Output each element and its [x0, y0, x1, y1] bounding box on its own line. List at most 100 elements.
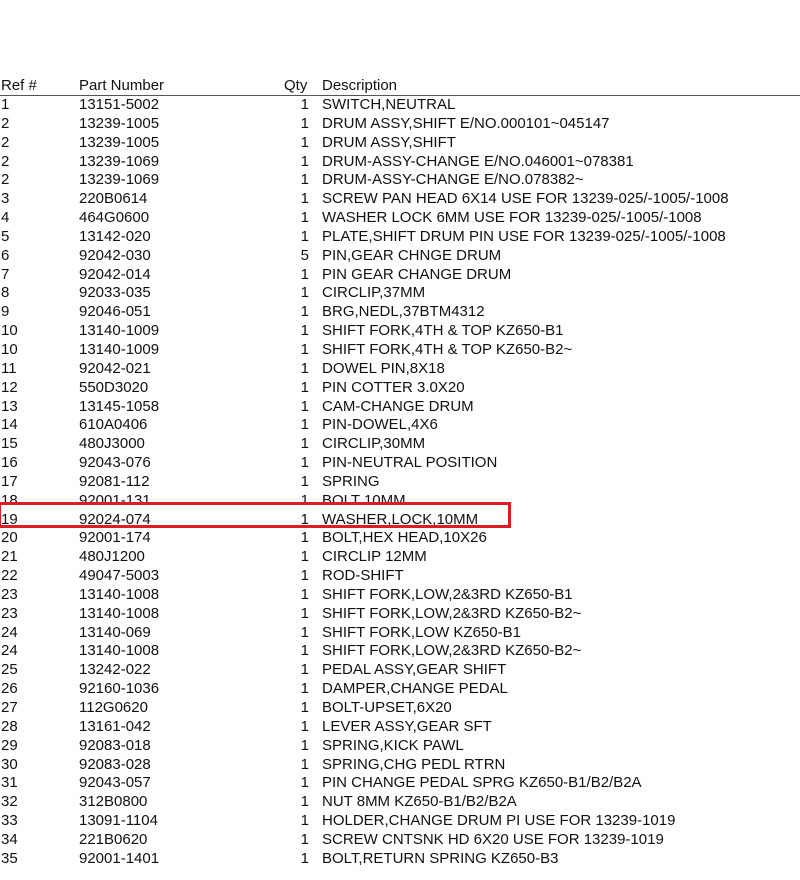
description-cell: SWITCH,NEUTRAL	[322, 96, 456, 113]
qty-cell: 1	[300, 812, 309, 830]
qty-cell: 1	[300, 736, 309, 754]
part-number-cell: 13140-1009	[79, 322, 160, 340]
part-number-cell: 92083-018	[79, 736, 151, 754]
part-number-cell: 92024-074	[79, 510, 151, 528]
qty-cell: 1	[300, 830, 309, 848]
description-cell: PIN COTTER 3.0X20	[322, 378, 465, 396]
qty-cell: 1	[300, 152, 309, 170]
description-cell: SCREW PAN HEAD 6X14 USE FOR 13239-025/-1…	[322, 190, 729, 208]
part-number-cell: 112G0620	[79, 699, 148, 716]
part-number-cell: 13140-1008	[79, 585, 160, 603]
qty-cell: 1	[300, 340, 309, 358]
ref-cell: 6	[1, 246, 10, 264]
description-cell: NUT 8MM KZ650-B1/B2/B2A	[322, 793, 517, 811]
part-number-cell: 92001-174	[79, 529, 151, 547]
qty-cell: 1	[300, 397, 309, 415]
qty-cell: 1	[300, 623, 309, 641]
part-number-cell: 92083-028	[79, 755, 151, 773]
ref-cell: 30	[1, 755, 18, 773]
table-row: 23 13140-1008 1 SHIFT FORK,LOW,2&3RD KZ650-…	[0, 605, 800, 624]
table-row: 26 92160-1036 1 DAMPER,CHANGE PEDAL	[0, 680, 800, 699]
ref-cell: 33	[1, 812, 18, 830]
qty-cell: 1	[300, 567, 309, 585]
part-number-cell: 92160-1036	[79, 680, 160, 698]
qty-cell: 1	[300, 491, 309, 509]
description-cell: DRUM ASSY,SHIFT E/NO.000101~045147	[322, 114, 610, 132]
qty-cell: 1	[300, 548, 309, 566]
table-row: 2 13239-1005 1 DRUM ASSY,SHIFT E/NO.000101~…	[0, 115, 800, 134]
table-body: 1 13151-5002 1 SWITCH,NEUTRAL 2 13239-1005 1 DR…	[0, 96, 800, 869]
ref-cell: 21	[1, 548, 18, 566]
qty-cell: 1	[300, 171, 309, 189]
qty-cell: 1	[300, 378, 309, 396]
table-row: 21 480J1200 1 CIRCLIP 12MM	[0, 548, 800, 567]
qty-cell: 1	[300, 642, 309, 660]
table-row: 22 49047-5003 1 ROD-SHIFT	[0, 567, 800, 586]
ref-cell: 15	[1, 435, 18, 453]
description-cell: BOLT 10MM	[322, 491, 406, 509]
table-row: 2 13239-1069 1 DRUM-ASSY-CHANGE E/NO.078382…	[0, 171, 800, 190]
qty-cell: 1	[300, 510, 309, 528]
table-row: 33 13091-1104 1 HOLDER,CHANGE DRUM PI USE F…	[0, 812, 800, 831]
table-header: Ref # Part Number Qty Description	[0, 76, 800, 96]
table-row: 32 312B0800 1 NUT 8MM KZ650-B1/B2/B2A	[0, 793, 800, 812]
description-cell: DRUM-ASSY-CHANGE E/NO.046001~078381	[322, 152, 634, 170]
ref-cell: 18	[1, 491, 18, 509]
part-number-cell: 464G0600	[79, 209, 150, 227]
description-cell: BRG,NEDL,37BTM4312	[322, 303, 485, 321]
table-row: 3 220B0614 1 SCREW PAN HEAD 6X14 USE FOR 13…	[0, 190, 800, 209]
part-number-cell: 221B0620	[79, 830, 148, 848]
part-number-cell: 92043-057	[79, 774, 151, 792]
part-number-cell: 13140-1009	[79, 340, 160, 358]
description-cell: DAMPER,CHANGE PEDAL	[322, 680, 508, 698]
qty-cell: 1	[300, 284, 309, 302]
qty-cell: 1	[300, 849, 309, 867]
qty-cell: 1	[300, 114, 309, 132]
part-number-cell: 610A0406	[79, 416, 148, 434]
qty-cell: 1	[300, 359, 309, 377]
qty-cell: 1	[300, 435, 309, 453]
table-row: 18 92001-131 1 BOLT 10MM	[0, 492, 800, 511]
description-cell: PIN,GEAR CHNGE DRUM	[322, 246, 502, 264]
ref-cell: 29	[1, 736, 18, 754]
description-cell: LEVER ASSY,GEAR SFT	[322, 717, 492, 735]
ref-cell: 25	[1, 661, 18, 679]
description-cell: SPRING,KICK PAWL	[322, 736, 464, 754]
table-row: 24 13140-069 1 SHIFT FORK,LOW KZ650-B1	[0, 624, 800, 643]
description-cell: CIRCLIP,37MM	[322, 284, 426, 302]
ref-cell: 27	[1, 699, 18, 716]
table-row: 31 92043-057 1 PIN CHANGE PEDAL SPRG KZ650-…	[0, 774, 800, 793]
description-cell: SPRING	[322, 472, 380, 490]
ref-cell: 24	[1, 623, 18, 641]
qty-cell: 1	[300, 699, 309, 716]
table-row: 29 92083-018 1 SPRING,KICK PAWL	[0, 737, 800, 756]
part-number-cell: 92033-035	[79, 284, 151, 302]
table-row: 9 92046-051 1 BRG,NEDL,37BTM4312	[0, 303, 800, 322]
part-number-cell: 13140-1008	[79, 604, 160, 622]
part-number-cell: 92042-030	[79, 246, 151, 264]
qty-cell: 1	[300, 604, 309, 622]
part-number-cell: 13161-042	[79, 717, 151, 735]
ref-cell: 16	[1, 454, 18, 472]
ref-cell: 2	[1, 114, 10, 132]
table-row: 34 221B0620 1 SCREW CNTSNK HD 6X20 USE FOR …	[0, 831, 800, 850]
table-row: 13 13145-1058 1 CAM-CHANGE DRUM	[0, 398, 800, 417]
ref-cell: 8	[1, 284, 10, 302]
table-row: 4 464G0600 1 WASHER LOCK 6MM USE FOR 13239-…	[0, 209, 800, 228]
ref-cell: 34	[1, 830, 18, 848]
part-number-cell: 13151-5002	[79, 96, 160, 113]
part-number-cell: 13239-1005	[79, 114, 160, 132]
ref-cell: 10	[1, 340, 18, 358]
table-row: 10 13140-1009 1 SHIFT FORK,4TH & TOP KZ650-…	[0, 322, 800, 341]
description-cell: DRUM ASSY,SHIFT	[322, 133, 456, 151]
description-cell: CAM-CHANGE DRUM	[322, 397, 474, 415]
ref-cell: 13	[1, 397, 18, 415]
part-number-cell: 13140-1008	[79, 642, 160, 660]
table-row: 24 13140-1008 1 SHIFT FORK,LOW,2&3RD KZ650-…	[0, 642, 800, 661]
ref-cell: 31	[1, 774, 18, 792]
description-cell: SHIFT FORK,LOW,2&3RD KZ650-B1	[322, 585, 573, 603]
table-row: 15 480J3000 1 CIRCLIP,30MM	[0, 435, 800, 454]
qty-cell: 1	[300, 303, 309, 321]
table-row: 17 92081-112 1 SPRING	[0, 473, 800, 492]
ref-cell: 1	[1, 96, 10, 113]
